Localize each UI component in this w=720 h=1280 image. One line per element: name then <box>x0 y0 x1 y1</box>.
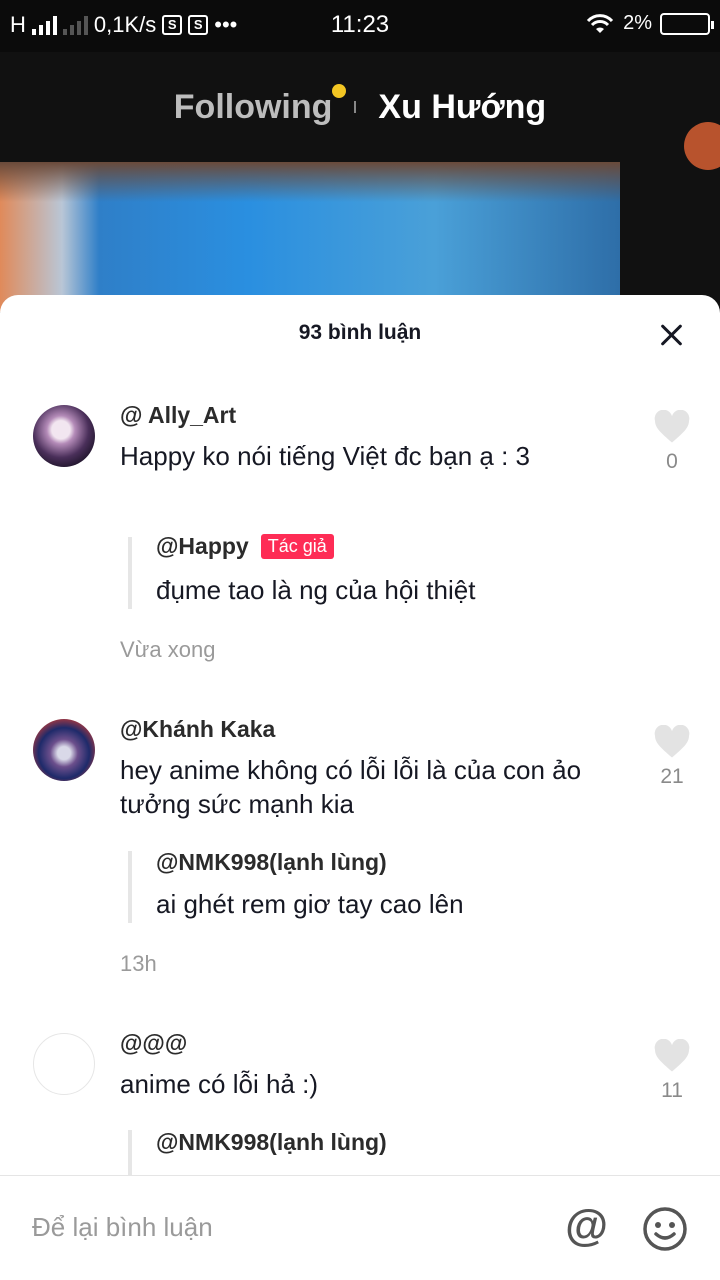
tab-trending[interactable]: Xu Hướng <box>378 88 546 127</box>
like-button[interactable]: 11 <box>652 1039 692 1103</box>
battery-icon <box>660 12 714 35</box>
tab-divider <box>354 101 357 113</box>
new-content-dot <box>332 83 347 98</box>
heart-icon <box>654 1039 690 1072</box>
like-count: 0 <box>666 450 678 473</box>
comment-username[interactable]: @ Ally_Art <box>120 402 236 429</box>
emoji-icon[interactable] <box>642 1206 688 1252</box>
wifi-icon <box>586 13 614 33</box>
reply-header: @Happy Tác giả <box>156 533 334 560</box>
reply-text[interactable]: đụme tao là ng của hội thiệt <box>156 575 475 606</box>
like-count: 11 <box>661 1079 683 1102</box>
feed-tabs: Following Xu Hướng <box>0 52 720 162</box>
close-icon[interactable] <box>654 317 690 353</box>
reply-header: @NMK998(lạnh lùng) <box>156 1129 387 1156</box>
comment-username[interactable]: @Khánh Kaka <box>120 716 275 743</box>
tab-following-label: Following <box>173 87 333 126</box>
reply-text[interactable]: ai ghét rem giơ tay cao lên <box>156 889 464 920</box>
avatar[interactable] <box>33 405 95 467</box>
status-right: 2% <box>585 12 714 35</box>
reply-header: @NMK998(lạnh lùng) <box>156 849 387 876</box>
heart-icon <box>654 410 690 443</box>
comment-input-bar: Để lại bình luận @ <box>0 1175 720 1280</box>
author-badge: Tác giả <box>260 534 334 559</box>
comment-text[interactable]: hey anime không có lỗi lỗi là của con ảo… <box>120 753 590 821</box>
tab-following[interactable]: Following <box>173 83 347 127</box>
like-button[interactable]: 21 <box>652 725 692 789</box>
status-bar: H 0,1K/s S S ••• 11:23 2% <box>0 0 720 52</box>
avatar[interactable] <box>33 719 95 781</box>
comments-header: 93 bình luận <box>0 295 720 375</box>
comments-sheet: 93 bình luận @ Ally_Art Happy ko nói tiế… <box>0 295 720 1280</box>
reply-indent-bar <box>128 537 132 609</box>
reply-username[interactable]: @NMK998(lạnh lùng) <box>156 1129 387 1156</box>
reply-indent-bar <box>128 851 132 923</box>
avatar[interactable] <box>33 1033 95 1095</box>
comment-timestamp: 13h <box>120 951 157 976</box>
comment-username[interactable]: @@@ <box>120 1030 187 1057</box>
reply-username[interactable]: @Happy <box>156 533 249 560</box>
comment-timestamp: Vừa xong <box>120 637 216 662</box>
battery-percent: 2% <box>623 12 652 34</box>
video-frame <box>0 162 620 312</box>
comments-count-title: 93 bình luận <box>298 321 422 344</box>
comment-input[interactable]: Để lại bình luận <box>32 1212 213 1243</box>
mention-icon[interactable]: @ <box>565 1202 608 1250</box>
comment-text[interactable]: anime có lỗi hả :) <box>120 1067 590 1101</box>
like-count: 21 <box>660 765 684 788</box>
heart-icon <box>654 725 690 758</box>
reply-username[interactable]: @NMK998(lạnh lùng) <box>156 849 387 876</box>
comment-text[interactable]: Happy ko nói tiếng Việt đc bạn ạ : 3 <box>120 439 590 473</box>
like-button[interactable]: 0 <box>652 410 692 474</box>
